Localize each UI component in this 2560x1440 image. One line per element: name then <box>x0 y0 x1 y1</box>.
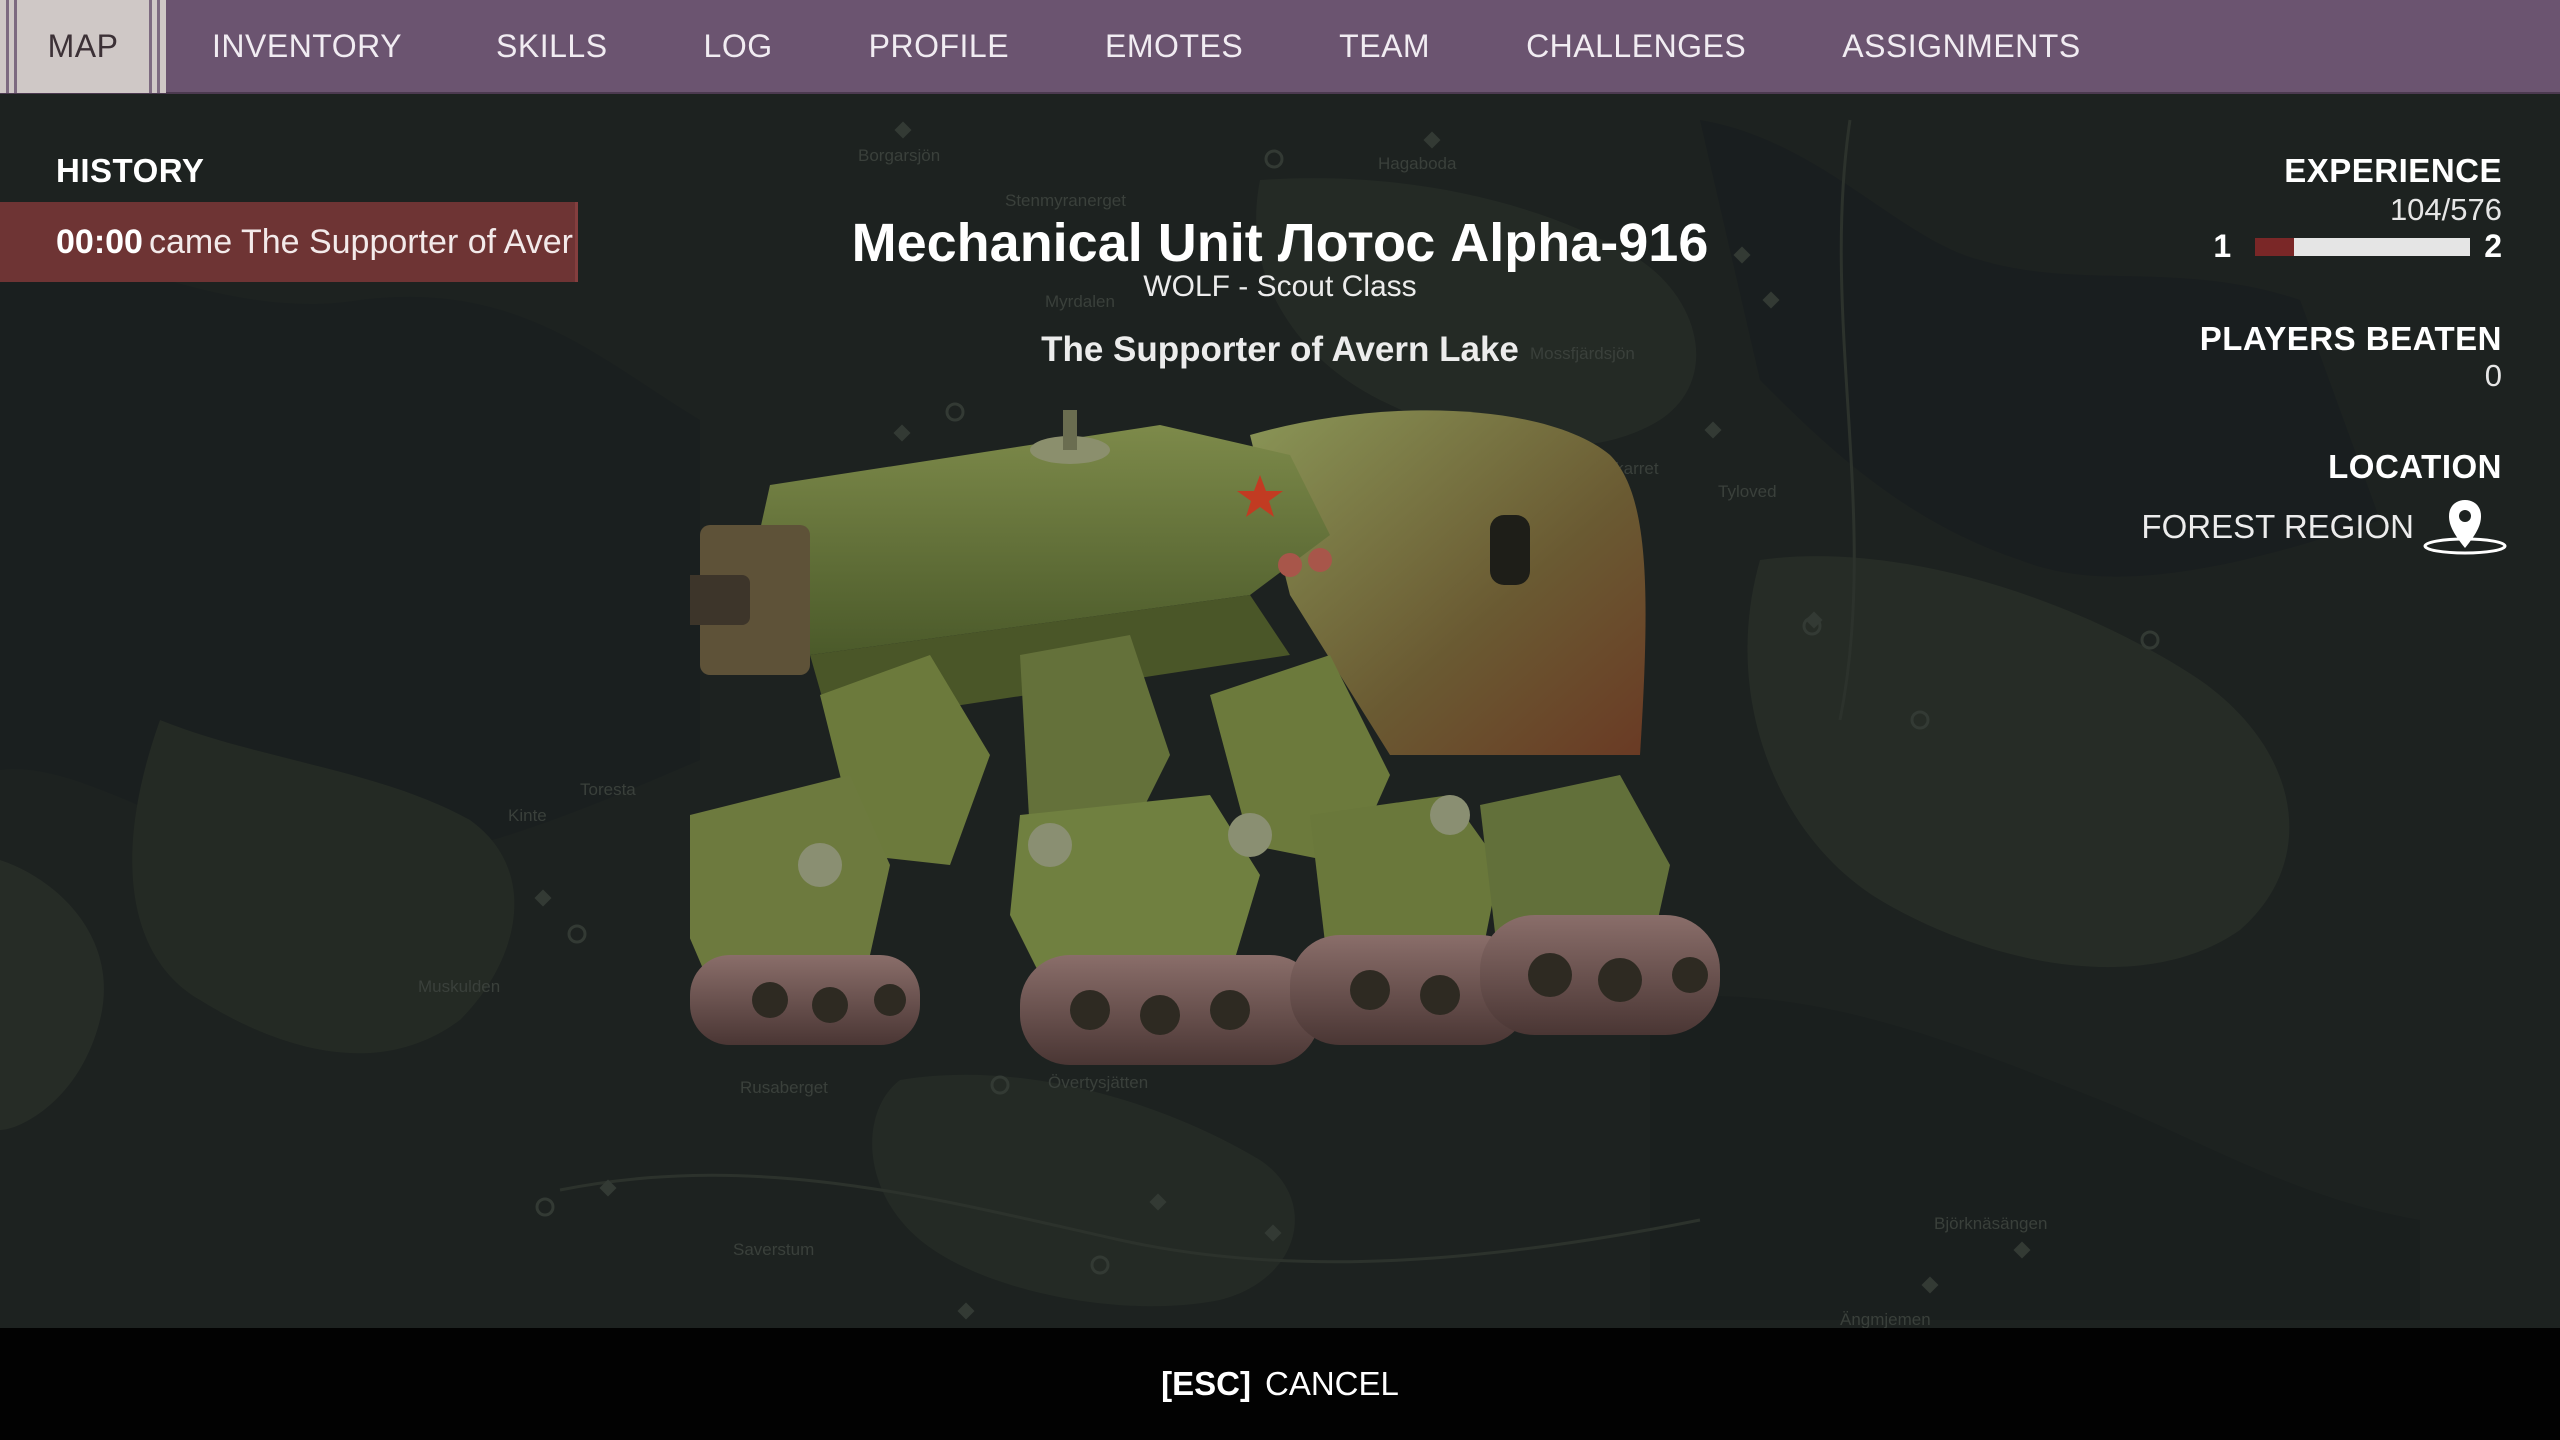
tab-profile[interactable]: PROFILE <box>869 0 1009 93</box>
experience-bar <box>2255 237 2471 256</box>
cancel-button[interactable]: CANCEL <box>1265 1365 1399 1403</box>
unit-title: The Supporter of Avern Lake <box>1041 330 1519 369</box>
experience-label: EXPERIENCE <box>2284 152 2502 189</box>
tab-challenges[interactable]: CHALLENGES <box>1526 0 1746 93</box>
tank-mech-icon <box>690 410 1720 1065</box>
tab-label: LOG <box>703 27 773 64</box>
tab-inventory[interactable]: INVENTORY <box>212 0 402 93</box>
location-value: FOREST REGION <box>2141 508 2414 545</box>
unit-class: WOLF - Scout Class <box>1143 270 1417 303</box>
tab-label: PROFILE <box>868 27 1010 64</box>
map-pin-icon <box>2423 500 2507 555</box>
tab-label: CHALLENGES <box>1526 27 1747 64</box>
tab-label: MAP <box>47 27 119 64</box>
level-to: 2 <box>2484 228 2502 264</box>
experience-value: 104/576 <box>2389 192 2502 227</box>
tab-assignments[interactable]: ASSIGNMENTS <box>1842 0 2080 93</box>
tab-stripe <box>149 0 152 93</box>
bottom-bar: [ESC] CANCEL <box>0 1328 2560 1440</box>
tab-emotes[interactable]: EMOTES <box>1105 0 1243 93</box>
tab-skills[interactable]: SKILLS <box>496 0 608 93</box>
tab-label: ASSIGNMENTS <box>1842 27 2081 64</box>
tab-label: TEAM <box>1339 27 1431 64</box>
unit-name: Mechanical Unit Лотос Alpha-916 <box>851 213 1709 273</box>
tab-label: EMOTES <box>1105 27 1244 64</box>
tab-stripe <box>6 0 9 93</box>
level-from: 1 <box>2213 228 2232 264</box>
players-beaten-value: 0 <box>2484 358 2502 393</box>
history-title: HISTORY <box>56 152 205 189</box>
location-row: FOREST REGION <box>2141 498 2508 556</box>
tab-stripe <box>157 0 160 93</box>
tab-log[interactable]: LOG <box>704 0 773 93</box>
tab-label: SKILLS <box>496 27 608 64</box>
tab-map[interactable]: MAP <box>0 0 166 93</box>
tab-stripe <box>14 0 17 93</box>
tab-team[interactable]: TEAM <box>1339 0 1430 93</box>
tab-label: INVENTORY <box>212 27 403 64</box>
top-nav: MAP INVENTORY SKILLS LOG PROFILE EMOTES … <box>0 0 2560 94</box>
experience-bar-fill <box>2255 237 2294 256</box>
players-beaten-label: PLAYERS BEATEN <box>2199 320 2502 357</box>
esc-key-hint[interactable]: [ESC] <box>1161 1365 1251 1403</box>
location-label: LOCATION <box>2328 448 2502 485</box>
experience-bar-row: 1 2 <box>2213 228 2502 265</box>
